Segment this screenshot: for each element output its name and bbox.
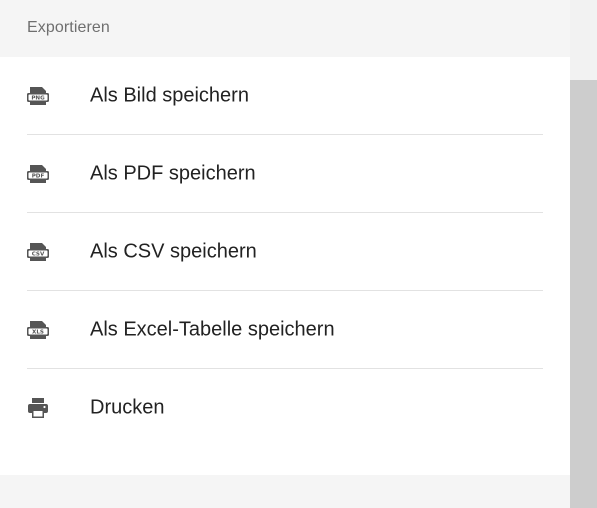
svg-text:CSV: CSV (32, 252, 45, 258)
panel-title: Exportieren (27, 19, 110, 36)
panel-header: Exportieren (0, 0, 570, 57)
menu-item-label: Als Excel-Tabelle speichern (90, 318, 335, 341)
menu-item-save-as-image[interactable]: PNG Als Bild speichern (0, 57, 570, 135)
export-panel: Exportieren PNG Als Bild speichern PDF A… (0, 0, 570, 508)
panel-footer (0, 475, 570, 508)
menu-item-label: Drucken (90, 396, 165, 419)
pdf-file-icon: PDF (27, 163, 49, 185)
csv-file-icon: CSV (27, 241, 49, 263)
menu-item-save-as-csv[interactable]: CSV Als CSV speichern (0, 213, 570, 291)
menu-item-label: Als CSV speichern (90, 240, 257, 263)
export-menu: PNG Als Bild speichern PDF Als PDF speic… (0, 57, 570, 475)
png-file-icon: PNG (27, 85, 49, 107)
svg-text:PDF: PDF (32, 174, 45, 180)
menu-item-label: Als PDF speichern (90, 162, 256, 185)
scrollbar-thumb[interactable] (570, 80, 597, 508)
xls-file-icon: XLS (27, 319, 49, 341)
menu-item-label: Als Bild speichern (90, 84, 249, 107)
menu-item-save-as-pdf[interactable]: PDF Als PDF speichern (0, 135, 570, 213)
printer-icon (27, 397, 49, 419)
svg-text:XLS: XLS (32, 330, 44, 336)
menu-item-print[interactable]: Drucken (0, 369, 570, 447)
svg-text:PNG: PNG (31, 96, 45, 102)
menu-item-save-as-excel[interactable]: XLS Als Excel-Tabelle speichern (0, 291, 570, 369)
